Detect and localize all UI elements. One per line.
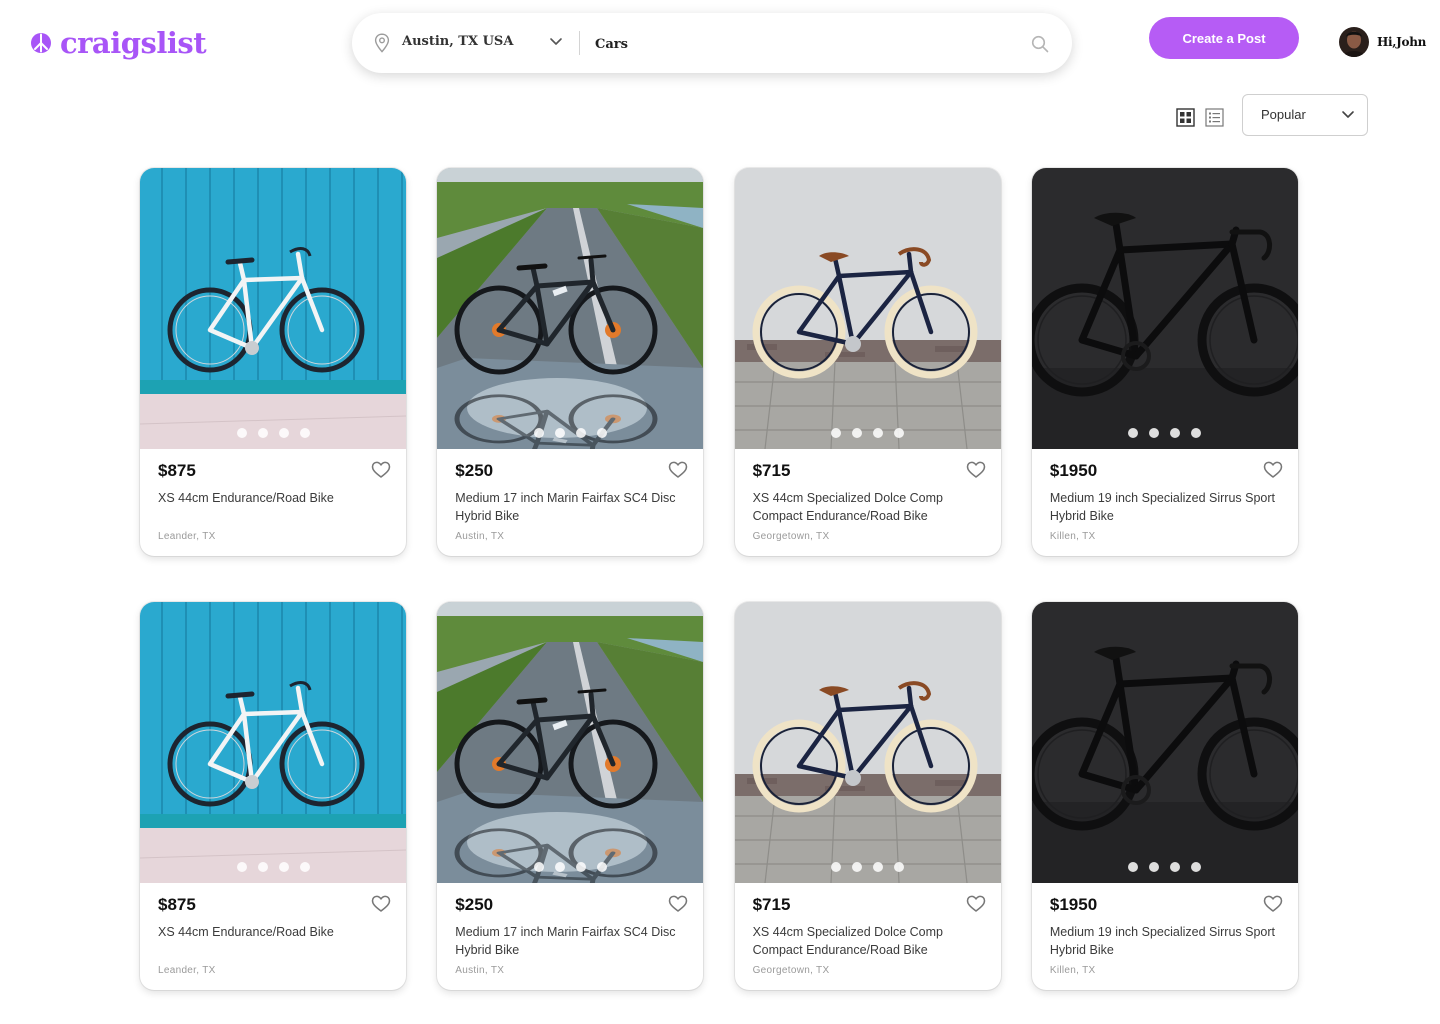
listing-photo: [1031, 602, 1298, 883]
listing-image[interactable]: [1031, 168, 1298, 449]
listing-photo: [140, 602, 406, 883]
listing-photo: [1031, 168, 1298, 449]
location-pin-icon[interactable]: [374, 33, 390, 53]
listing-card[interactable]: $1950 Medium 19 inch Specialized Sirrus …: [1031, 602, 1298, 990]
listing-image[interactable]: [437, 168, 704, 449]
listing-image[interactable]: [1031, 602, 1298, 883]
create-post-button[interactable]: Create a Post: [1149, 17, 1299, 59]
heart-icon[interactable]: [966, 460, 986, 480]
chevron-down-icon[interactable]: [549, 37, 563, 47]
listing-price: $1950: [1049, 461, 1098, 480]
listings-grid: $875 XS 44cm Endurance/Road Bike Leander…: [140, 168, 1300, 990]
listing-title[interactable]: Medium 19 inch Specialized Sirrus Sport …: [1050, 489, 1286, 525]
search-icon[interactable]: [1031, 35, 1049, 53]
heart-icon[interactable]: [371, 460, 391, 480]
list-view-icon[interactable]: [1205, 108, 1224, 127]
user-greeting: Hi,John: [1377, 35, 1427, 49]
listing-photo: [140, 168, 406, 449]
listing-price: $250: [455, 895, 494, 914]
listing-card[interactable]: $1950 Medium 19 inch Specialized Sirrus …: [1031, 168, 1298, 556]
craigslist-logo[interactable]: craigslist: [30, 24, 207, 62]
listing-location: Killen, TX: [1049, 965, 1096, 976]
listing-price: $250: [455, 461, 494, 480]
listing-card[interactable]: $715 XS 44cm Specialized Dolce Comp Comp…: [734, 602, 1001, 990]
image-carousel-dots[interactable]: [1032, 428, 1298, 438]
listing-image[interactable]: [140, 168, 406, 449]
search-divider: [579, 31, 580, 55]
listing-photo: [734, 602, 1001, 883]
image-carousel-dots[interactable]: [140, 862, 406, 872]
listing-card[interactable]: $250 Medium 17 inch Marin Fairfax SC4 Di…: [437, 168, 704, 556]
brand-name: craigslist: [60, 26, 207, 60]
listing-location: Georgetown, TX: [752, 531, 830, 542]
location-selector[interactable]: Austin, TX USA: [402, 34, 513, 49]
grid-view-icon[interactable]: [1176, 108, 1195, 127]
image-carousel-dots[interactable]: [1032, 862, 1298, 872]
heart-icon[interactable]: [668, 894, 688, 914]
user-menu[interactable]: Hi,John: [1339, 27, 1426, 57]
heart-icon[interactable]: [668, 460, 688, 480]
listing-image[interactable]: [437, 602, 704, 883]
listing-photo: [437, 168, 704, 449]
chevron-down-icon: [1342, 111, 1354, 118]
heart-icon[interactable]: [966, 894, 986, 914]
heart-icon[interactable]: [1263, 460, 1283, 480]
listing-location: Austin, TX: [455, 965, 505, 976]
heart-icon[interactable]: [1263, 894, 1283, 914]
heart-icon[interactable]: [371, 894, 391, 914]
listing-price: $715: [752, 895, 791, 914]
sort-selected-value: Popular: [1261, 107, 1306, 122]
listing-title[interactable]: XS 44cm Specialized Dolce Comp Compact E…: [753, 489, 989, 525]
listing-card[interactable]: $875 XS 44cm Endurance/Road Bike Leander…: [140, 168, 406, 556]
listing-price: $715: [752, 461, 791, 480]
listing-price: $875: [158, 461, 196, 480]
image-carousel-dots[interactable]: [437, 428, 703, 438]
image-carousel-dots[interactable]: [735, 862, 1001, 872]
listing-card[interactable]: $715 XS 44cm Specialized Dolce Comp Comp…: [734, 168, 1001, 556]
listing-image[interactable]: [734, 168, 1001, 449]
sort-dropdown[interactable]: Popular: [1242, 94, 1368, 136]
listing-title[interactable]: XS 44cm Endurance/Road Bike: [158, 489, 394, 507]
listing-price: $875: [158, 895, 196, 914]
image-carousel-dots[interactable]: [735, 428, 1001, 438]
listing-location: Georgetown, TX: [752, 965, 830, 976]
avatar: [1339, 27, 1369, 57]
image-carousel-dots[interactable]: [437, 862, 703, 872]
listing-photo: [734, 168, 1001, 449]
listing-title[interactable]: XS 44cm Specialized Dolce Comp Compact E…: [753, 923, 989, 959]
search-bar: Austin, TX USA: [352, 13, 1072, 73]
listing-image[interactable]: [140, 602, 406, 883]
listing-image[interactable]: [734, 602, 1001, 883]
listing-card[interactable]: $250 Medium 17 inch Marin Fairfax SC4 Di…: [437, 602, 704, 990]
listing-location: Austin, TX: [455, 531, 505, 542]
listing-title[interactable]: Medium 17 inch Marin Fairfax SC4 Disc Hy…: [455, 489, 691, 525]
listing-location: Killen, TX: [1049, 531, 1096, 542]
listing-title[interactable]: XS 44cm Endurance/Road Bike: [158, 923, 394, 941]
listing-location: Leander, TX: [158, 531, 216, 542]
listing-location: Leander, TX: [158, 965, 216, 976]
peace-icon: [31, 33, 51, 53]
image-carousel-dots[interactable]: [140, 428, 406, 438]
listing-price: $1950: [1049, 895, 1098, 914]
listing-title[interactable]: Medium 17 inch Marin Fairfax SC4 Disc Hy…: [455, 923, 691, 959]
listing-card[interactable]: $875 XS 44cm Endurance/Road Bike Leander…: [140, 602, 406, 990]
search-input[interactable]: [595, 32, 1015, 56]
listing-photo: [437, 602, 704, 883]
listing-title[interactable]: Medium 19 inch Specialized Sirrus Sport …: [1050, 923, 1286, 959]
